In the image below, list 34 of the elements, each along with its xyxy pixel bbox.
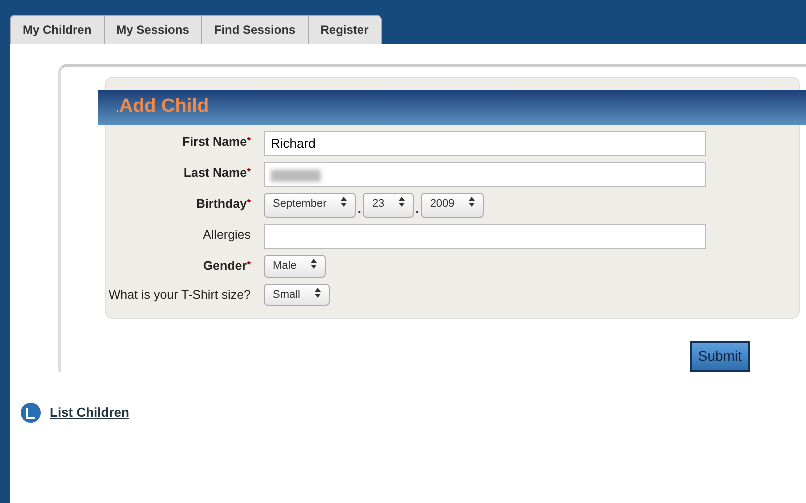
updown-arrows-icon xyxy=(468,196,475,208)
updown-arrows-icon xyxy=(314,286,321,298)
blurred-text-field[interactable] xyxy=(264,162,706,186)
list-children-link[interactable]: List Children xyxy=(50,403,130,423)
tab[interactable]: My Children xyxy=(10,15,105,44)
separator-dot: . xyxy=(414,200,420,218)
select-dropdown[interactable]: Small xyxy=(264,284,330,306)
title-dot: . xyxy=(116,101,120,115)
updown-arrows-icon xyxy=(398,196,405,208)
text-field[interactable] xyxy=(264,224,706,249)
required-asterisk: * xyxy=(247,166,251,178)
field-label: First Name xyxy=(182,134,248,148)
text-field[interactable]: Richard xyxy=(264,130,706,156)
tab[interactable]: Find Sessions xyxy=(201,15,309,44)
required-asterisk: * xyxy=(247,136,251,146)
separator-dot: . xyxy=(356,200,362,218)
select-dropdown[interactable]: 23 xyxy=(363,192,414,218)
select-dropdown[interactable]: 2009 xyxy=(421,192,484,218)
select-dropdown[interactable]: September xyxy=(264,192,356,218)
tab[interactable]: Register xyxy=(308,15,382,44)
field-label: Allergies xyxy=(203,228,251,242)
form-title: Add Child xyxy=(119,96,210,117)
required-asterisk: * xyxy=(247,198,251,208)
updown-arrows-icon xyxy=(310,258,317,270)
field-label: What is your T-Shirt size? xyxy=(108,288,251,302)
select-dropdown[interactable]: Male xyxy=(264,255,326,278)
field-label: Gender xyxy=(203,259,248,273)
required-asterisk: * xyxy=(247,260,251,271)
field-label: Last Name xyxy=(184,166,248,180)
circle-icon xyxy=(20,402,42,424)
tab[interactable]: My Sessions xyxy=(104,15,202,44)
submit-button[interactable]: Submit xyxy=(690,341,750,372)
field-label: Birthday xyxy=(196,196,248,210)
updown-arrows-icon xyxy=(340,196,347,208)
